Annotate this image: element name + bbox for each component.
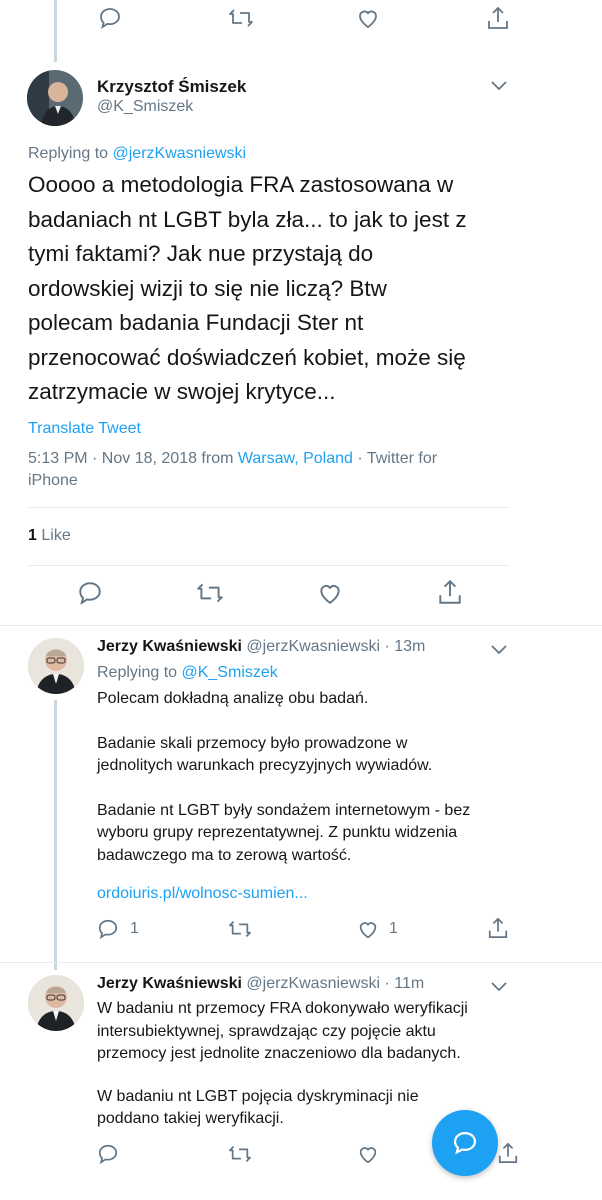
share-icon[interactable] <box>497 1141 519 1165</box>
author-name[interactable]: Krzysztof Śmiszek <box>97 77 246 97</box>
reply-text-line: wyboru grupy reprezentatywnej. Z punktu … <box>97 824 458 841</box>
divider <box>0 625 602 626</box>
share-icon[interactable] <box>437 578 463 606</box>
tweet-text-line: ordowskiej wizji to się nie liczą? Btw <box>28 275 387 301</box>
reply-text-line: Badanie nt LGBT były sondażem internetow… <box>97 801 471 819</box>
replying-handle-link[interactable]: @jerzKwasniewski <box>113 145 247 162</box>
tweet-text-line: badaniach nt LGBT byla zła... to jak to … <box>28 206 467 232</box>
author-name[interactable]: Jerzy Kwaśniewski <box>97 975 242 992</box>
tweet-text-line: zatrzymacie w swojej krytyce... <box>28 379 336 404</box>
thread-line <box>54 0 57 62</box>
tweet-text-line: przenocować doświadczeń kobiet, może się <box>28 344 466 370</box>
reply-text-line: intersubiektywnej, sprawdzając czy pojęc… <box>97 1022 436 1040</box>
retweet-icon[interactable] <box>228 918 252 940</box>
reply-icon[interactable] <box>77 580 103 606</box>
reply-count: 1 <box>130 920 139 937</box>
source: · Twitter for <box>352 450 438 467</box>
like-icon[interactable] <box>357 918 379 940</box>
share-icon[interactable] <box>487 916 509 940</box>
tweet-text-line: Ooooo a metodologia FRA zastosowana w <box>28 172 454 197</box>
translate-tweet-link[interactable]: Translate Tweet <box>28 420 141 438</box>
avatar[interactable] <box>27 70 83 126</box>
author-handle[interactable]: @K_Smiszek <box>97 98 193 116</box>
reply-time: · 13m <box>384 638 426 655</box>
reply-text-line: W badaniu nt LGBT pojęcia dyskryminacji … <box>97 1087 419 1105</box>
location-link[interactable]: Warsaw, Poland <box>238 450 353 467</box>
reply-icon[interactable] <box>98 6 122 30</box>
like-icon[interactable] <box>317 580 343 606</box>
retweet-icon[interactable] <box>196 580 224 606</box>
reply-text: Polecam dokładną analizę obu badań. Bada… <box>97 688 470 867</box>
tweet-text: Ooooo a metodologia FRA zastosowana w ba… <box>28 168 467 410</box>
author-handle[interactable]: @jerzKwasniewski <box>246 638 380 655</box>
reply-text-line: Polecam dokładną analizę obu badań. <box>97 690 369 707</box>
reply-text-line: przemocy jest jednolite znaczeniowo dla … <box>97 1045 461 1062</box>
timestamp: 5:13 PM · Nov 18, 2018 from <box>28 450 234 467</box>
chevron-down-icon[interactable] <box>490 79 508 97</box>
likes-count[interactable]: 1 Like <box>28 527 71 545</box>
compose-reply-button[interactable] <box>432 1110 498 1176</box>
tweet-text-line: polecam badania Fundacji Ster nt <box>28 310 364 335</box>
tweet-text-line: tymi faktami? Jak nue przystają do <box>28 241 374 266</box>
avatar[interactable] <box>28 638 84 694</box>
reply-header: Jerzy Kwaśniewski @jerzKwasniewski · 13m <box>97 638 425 656</box>
divider <box>28 507 510 508</box>
source-line-2: iPhone <box>28 472 78 489</box>
likes-number: 1 <box>28 527 37 544</box>
reply-text-line: poddano takiej weryfikacji. <box>97 1110 284 1127</box>
share-icon[interactable] <box>486 5 510 31</box>
divider <box>28 565 510 566</box>
author-handle[interactable]: @jerzKwasniewski <box>246 975 380 992</box>
retweet-icon[interactable] <box>228 6 254 30</box>
replying-to: Replying to @K_Smiszek <box>97 664 278 682</box>
reply-text-line: W badaniu nt przemocy FRA dokonywało wer… <box>97 1000 468 1017</box>
author-name[interactable]: Jerzy Kwaśniewski <box>97 638 242 655</box>
reply-icon[interactable] <box>97 918 119 940</box>
new-message-icon <box>453 1131 477 1155</box>
reply-text-line: Badanie skali przemocy było prowadzone w <box>97 734 408 752</box>
chevron-down-icon[interactable] <box>490 643 508 661</box>
replying-label: Replying to <box>97 664 178 681</box>
avatar[interactable] <box>28 975 84 1031</box>
reply-header: Jerzy Kwaśniewski @jerzKwasniewski · 11m <box>97 975 424 993</box>
retweet-icon[interactable] <box>228 1143 252 1165</box>
likes-label: Like <box>41 527 71 544</box>
reply-text-line: badawczego ma to zerową wartość. <box>97 846 352 864</box>
tweet-meta: 5:13 PM · Nov 18, 2018 from Warsaw, Pola… <box>28 448 437 492</box>
reply-time: · 11m <box>384 975 425 992</box>
like-count: 1 <box>389 920 398 937</box>
like-icon[interactable] <box>356 6 380 30</box>
like-icon[interactable] <box>357 1143 379 1165</box>
reply-icon[interactable] <box>97 1143 119 1165</box>
link[interactable]: ordoiuris.pl/wolnosc-sumien... <box>97 885 308 903</box>
replying-label: Replying to <box>28 145 109 162</box>
reply-text-line: jednolitych warunkach precyzyjnych wywia… <box>97 757 433 774</box>
chevron-down-icon[interactable] <box>490 980 508 998</box>
thread-line <box>54 700 57 970</box>
reply-text: W badaniu nt przemocy FRA dokonywało wer… <box>97 998 468 1131</box>
divider <box>0 962 602 963</box>
replying-handle-link[interactable]: @K_Smiszek <box>182 664 278 681</box>
replying-to: Replying to @jerzKwasniewski <box>28 145 246 163</box>
